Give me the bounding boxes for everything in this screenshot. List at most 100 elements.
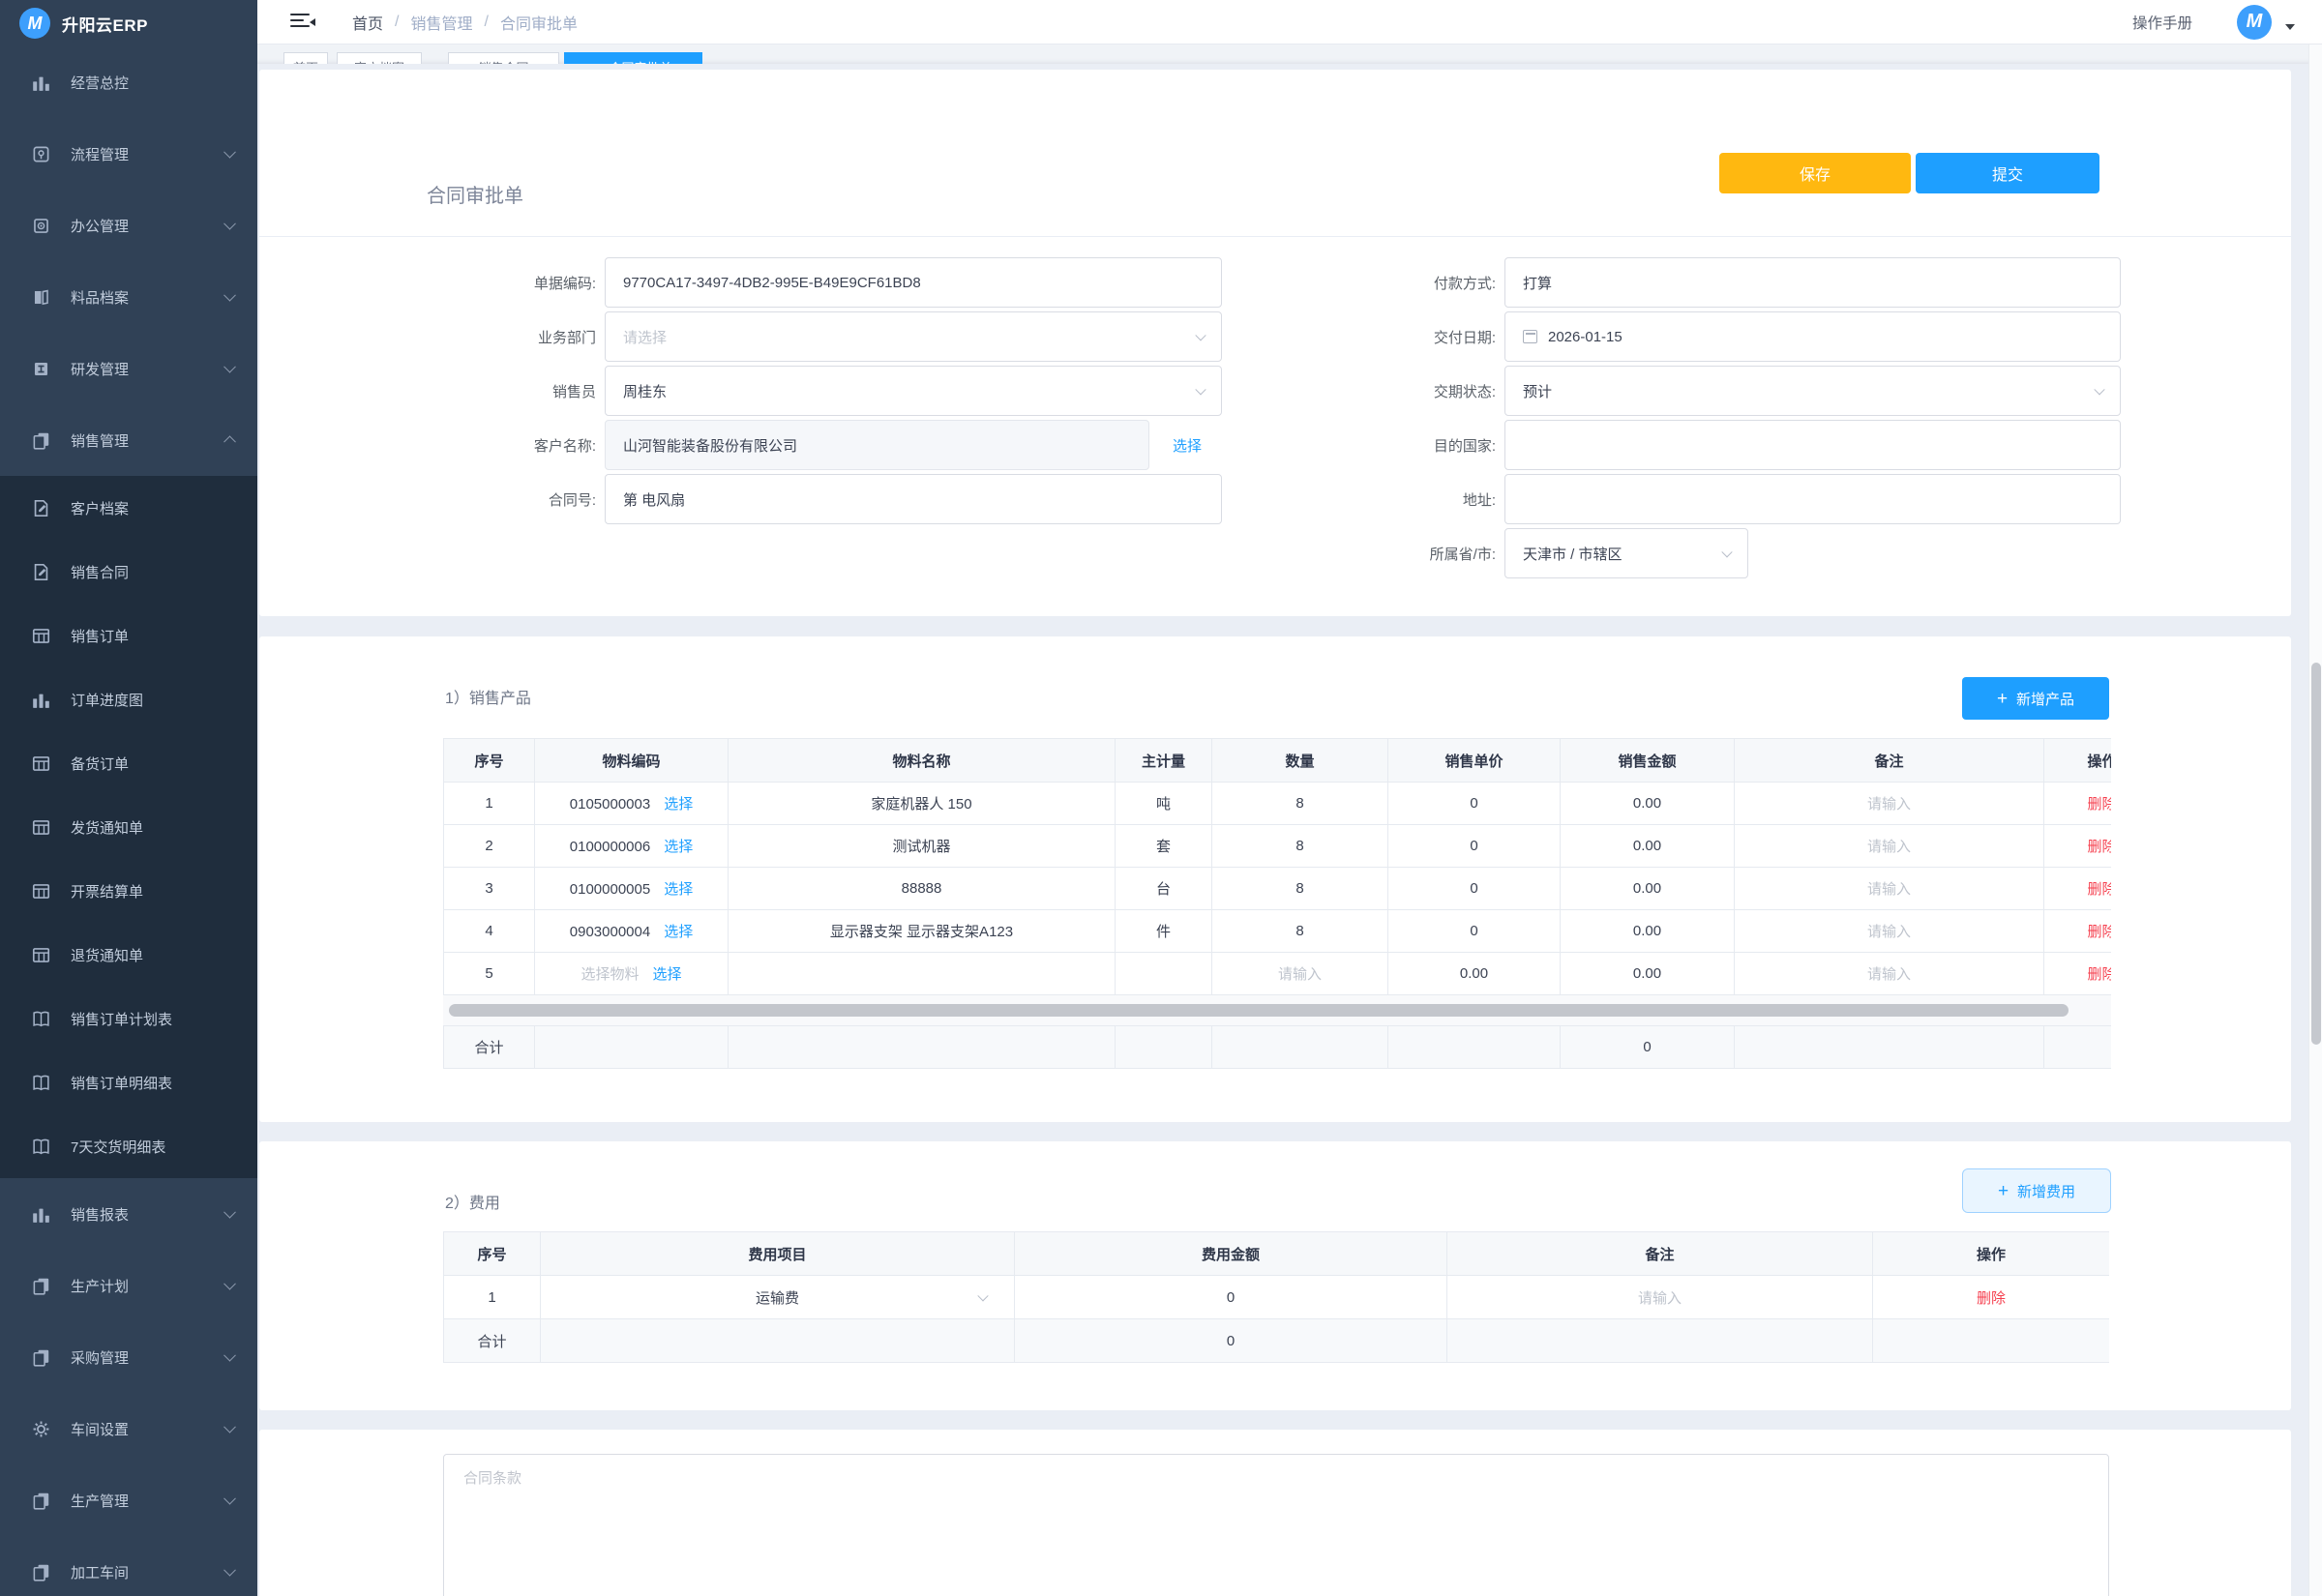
qty-cell[interactable]: 请输入	[1212, 953, 1388, 995]
price-cell[interactable]: 0	[1388, 783, 1561, 825]
expense-amount-cell[interactable]: 0	[1015, 1276, 1447, 1319]
sidebar-item-sales-contract[interactable]: 销售合同	[0, 540, 257, 604]
sidebar-item-shipping-notice[interactable]: 发货通知单	[0, 795, 257, 859]
sidebar-item-seven-day-delivery[interactable]: 7天交货明细表	[0, 1114, 257, 1178]
sidebar-item-production-mgmt[interactable]: 生产管理	[0, 1464, 257, 1536]
manual-link[interactable]: 操作手册	[2132, 12, 2192, 33]
material-code[interactable]: 0105000003	[570, 796, 650, 813]
delivery-date-input[interactable]: 2026-01-15	[1504, 311, 2121, 362]
sidebar-item-stock-order[interactable]: 备货订单	[0, 731, 257, 795]
chevron-down-icon	[1721, 547, 1732, 557]
material-code-placeholder[interactable]: 选择物料	[580, 966, 639, 983]
delete-link[interactable]: 删除	[2087, 881, 2111, 898]
doc-code-label: 单据编码:	[346, 273, 596, 293]
material-code-cell: 0100000006 选择	[535, 825, 729, 868]
dest-country-input[interactable]	[1504, 420, 2121, 470]
user-menu-caret-icon[interactable]	[2285, 24, 2295, 30]
price-cell[interactable]: 0	[1388, 910, 1561, 953]
material-code-cell: 0903000004 选择	[535, 910, 729, 953]
tab-customer-archive[interactable]: 客户档案	[337, 52, 422, 64]
delete-link[interactable]: 删除	[2087, 966, 2111, 983]
qty-cell[interactable]: 8	[1212, 910, 1388, 953]
submit-button[interactable]: 提交	[1916, 153, 2099, 193]
sidebar-item-sales-mgmt[interactable]: 销售管理	[0, 404, 257, 476]
price-cell[interactable]: 0.00	[1388, 953, 1561, 995]
material-code[interactable]: 0100000005	[570, 881, 650, 898]
sidebar-item-process-mgmt[interactable]: 流程管理	[0, 118, 257, 190]
sidebar-item-purchase-mgmt[interactable]: 采购管理	[0, 1321, 257, 1393]
sidebar-item-office-mgmt[interactable]: 办公管理	[0, 190, 257, 261]
add-product-button[interactable]: +新增产品	[1962, 677, 2109, 720]
customer-input[interactable]: 山河智能装备股份有限公司	[605, 420, 1149, 470]
doc-code-input[interactable]: 9770CA17-3497-4DB2-995E-B49E9CF61BD8	[605, 257, 1222, 308]
material-select-link[interactable]: 选择	[664, 924, 693, 940]
book-open-icon	[32, 1074, 50, 1092]
pages-icon	[32, 1348, 50, 1367]
contract-no-input[interactable]: 第 电风扇	[605, 474, 1222, 524]
products-total-row: 合计 0	[444, 1026, 2112, 1069]
customer-select-link[interactable]: 选择	[1173, 435, 1202, 456]
remark-cell[interactable]: 请输入	[1735, 910, 2044, 953]
delete-link[interactable]: 删除	[1977, 1290, 2006, 1307]
tab-contract-approval[interactable]: 合同审批单	[564, 52, 702, 64]
delete-link[interactable]: 删除	[2087, 924, 2111, 940]
expenses-card: 2）费用 +新增费用 序号 费用项目 费用金额 备注 操作 1 运输费 0 请输…	[259, 1141, 2291, 1410]
contract-terms-textarea[interactable]: 合同条款	[443, 1454, 2109, 1596]
horizontal-scrollbar-thumb[interactable]	[449, 1004, 2069, 1017]
price-cell[interactable]: 0	[1388, 868, 1561, 910]
tab-home[interactable]: 首页	[283, 52, 328, 64]
material-code[interactable]: 0903000004	[570, 924, 650, 940]
sidebar-item-production-plan[interactable]: 生产计划	[0, 1250, 257, 1321]
remark-cell[interactable]: 请输入	[1735, 783, 2044, 825]
sidebar-item-invoice-settlement[interactable]: 开票结算单	[0, 859, 257, 923]
delete-link[interactable]: 删除	[2087, 796, 2111, 813]
qty-cell[interactable]: 8	[1212, 868, 1388, 910]
add-expense-button[interactable]: +新增费用	[1962, 1168, 2111, 1213]
material-select-link[interactable]: 选择	[664, 881, 693, 898]
tab-sales-contract[interactable]: 销售合同	[448, 52, 559, 64]
material-select-link[interactable]: 选择	[664, 839, 693, 855]
payment-input[interactable]: 打算	[1504, 257, 2121, 308]
breadcrumb-current: 合同审批单	[500, 11, 578, 34]
sidebar-item-sales-order[interactable]: 销售订单	[0, 604, 257, 667]
remark-cell[interactable]: 请输入	[1735, 953, 2044, 995]
avatar[interactable]: M	[2237, 5, 2272, 40]
qty-cell[interactable]: 8	[1212, 825, 1388, 868]
delivery-status-select[interactable]: 预计	[1504, 366, 2121, 416]
vertical-scrollbar-thumb[interactable]	[2311, 663, 2321, 1045]
qty-cell[interactable]: 8	[1212, 783, 1388, 825]
expense-item-select[interactable]: 运输费	[541, 1276, 1015, 1319]
remark-cell[interactable]: 请输入	[1735, 868, 2044, 910]
breadcrumb-sales-mgmt[interactable]: 销售管理	[410, 11, 472, 34]
col-header: 操作	[1873, 1232, 2110, 1276]
sidebar-item-workshop-settings[interactable]: 车间设置	[0, 1393, 257, 1464]
material-select-link[interactable]: 选择	[664, 796, 693, 813]
sidebar-item-customer-archive[interactable]: 客户档案	[0, 476, 257, 540]
price-cell[interactable]: 0	[1388, 825, 1561, 868]
delete-link[interactable]: 删除	[2087, 839, 2111, 855]
sidebar-item-order-progress[interactable]: 订单进度图	[0, 667, 257, 731]
sidebar-item-processing-workshop[interactable]: 加工车间	[0, 1536, 257, 1596]
col-header: 销售金额	[1561, 739, 1735, 783]
sidebar-collapse-icon[interactable]	[290, 14, 315, 31]
sidebar-item-sales-order-plan[interactable]: 销售订单计划表	[0, 987, 257, 1050]
material-select-link[interactable]: 选择	[653, 966, 682, 983]
province-select[interactable]: 天津市 / 市辖区	[1504, 528, 1748, 578]
sidebar-item-sales-order-detail[interactable]: 销售订单明细表	[0, 1050, 257, 1114]
sidebar-item-rd-mgmt[interactable]: 研发管理	[0, 333, 257, 404]
sidebar-item-business-overview[interactable]: 经营总控	[0, 46, 257, 118]
amount-cell: 0.00	[1561, 825, 1735, 868]
address-input[interactable]	[1504, 474, 2121, 524]
sidebar-item-materials-archive[interactable]: 料品档案	[0, 261, 257, 333]
chevron-down-icon	[223, 361, 236, 373]
save-button[interactable]: 保存	[1719, 153, 1911, 193]
material-code[interactable]: 0100000006	[570, 839, 650, 855]
salesman-select[interactable]: 周桂东	[605, 366, 1222, 416]
remark-cell[interactable]: 请输入	[1447, 1276, 1873, 1319]
sidebar-item-return-notice[interactable]: 退货通知单	[0, 923, 257, 987]
table-row: 2 0100000006选择 测试机器 套 8 0 0.00 请输入 删除	[444, 825, 2112, 868]
sidebar-item-sales-report[interactable]: 销售报表	[0, 1178, 257, 1250]
breadcrumb-home[interactable]: 首页	[352, 11, 383, 34]
department-select[interactable]: 请选择	[605, 311, 1222, 362]
remark-cell[interactable]: 请输入	[1735, 825, 2044, 868]
